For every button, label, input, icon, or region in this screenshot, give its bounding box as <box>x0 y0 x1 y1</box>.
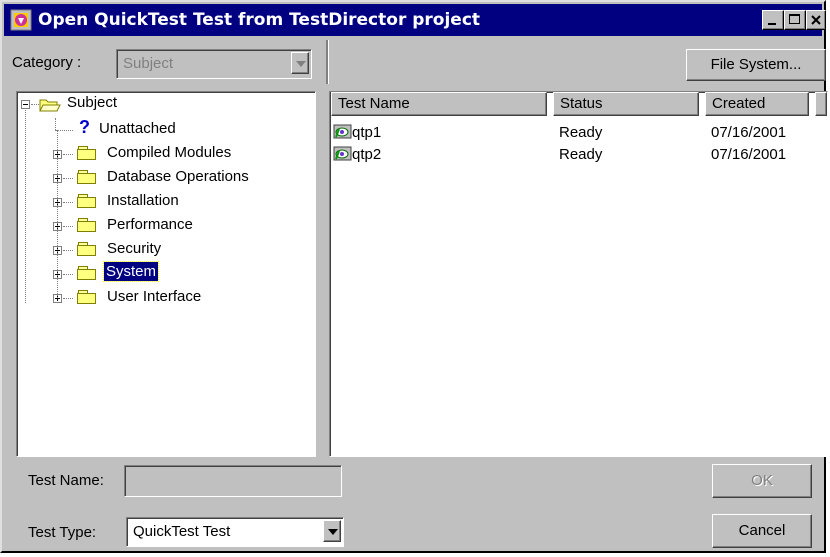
pane-splitter[interactable] <box>320 88 326 460</box>
ok-button[interactable]: OK <box>712 464 812 498</box>
open-folder-icon <box>39 99 61 112</box>
test-type-label: Test Type: <box>28 524 97 541</box>
tree-item-user-interface[interactable]: User Interface <box>17 286 267 308</box>
chevron-down-icon <box>296 61 306 67</box>
title-bar[interactable]: Open QuickTest Test from TestDirector pr… <box>4 4 826 36</box>
subject-tree[interactable]: Subject ? Unattached Compiled Modules Da… <box>16 91 316 457</box>
quicktest-test-icon <box>333 124 352 139</box>
test-type-select[interactable]: QuickTest Test <box>126 517 344 547</box>
test-name-cell: qtp2 <box>352 146 382 163</box>
category-value: Subject <box>123 55 174 72</box>
minimize-icon <box>768 23 776 25</box>
test-type-value: QuickTest Test <box>133 523 231 540</box>
folder-icon <box>77 218 97 233</box>
quicktest-app-icon <box>10 9 32 31</box>
cancel-button[interactable]: Cancel <box>712 514 812 548</box>
tree-root[interactable]: Subject <box>17 94 217 116</box>
folder-icon <box>77 194 97 209</box>
status-cell: Ready <box>559 146 603 163</box>
table-row[interactable]: qtp1 Ready 07/16/2001 <box>330 122 827 144</box>
tree-item-label: User Interface <box>107 288 202 305</box>
test-type-dropdown-button[interactable] <box>323 520 341 542</box>
folder-icon <box>77 146 97 161</box>
test-name-field[interactable] <box>124 465 342 497</box>
window-title: Open QuickTest Test from TestDirector pr… <box>38 10 481 30</box>
folder-icon <box>77 170 97 185</box>
folder-icon <box>77 266 97 281</box>
close-icon <box>811 15 821 25</box>
ok-button-label: OK <box>751 472 773 489</box>
folder-icon <box>77 242 97 257</box>
minimize-button[interactable] <box>762 10 784 30</box>
maximize-button[interactable] <box>784 10 806 30</box>
tree-item-label: Security <box>107 240 162 257</box>
tree-item-unattached[interactable]: ? Unattached <box>17 117 267 140</box>
category-combo[interactable]: Subject <box>116 49 312 79</box>
tree-item-installation[interactable]: Installation <box>17 190 267 212</box>
tree-item-label: Compiled Modules <box>107 144 232 161</box>
question-icon: ? <box>79 117 90 137</box>
tree-item-security[interactable]: Security <box>17 238 267 260</box>
tree-item-system[interactable]: System <box>17 261 267 284</box>
cancel-button-label: Cancel <box>738 522 786 539</box>
maximize-icon <box>789 14 800 24</box>
created-cell: 07/16/2001 <box>711 146 787 163</box>
test-name-cell: qtp1 <box>352 124 382 141</box>
file-system-button[interactable]: File System... <box>686 49 826 81</box>
test-list[interactable]: Test Name Status Created qtp1 Ready 07/1… <box>329 91 828 457</box>
tree-item-label: Unattached <box>99 120 176 137</box>
column-header-created[interactable]: Created <box>705 92 809 116</box>
tree-item-compiled-modules[interactable]: Compiled Modules <box>17 142 297 164</box>
quicktest-test-icon <box>333 146 352 161</box>
chevron-down-icon <box>328 529 338 535</box>
tree-item-label: Database Operations <box>107 168 249 185</box>
dialog-window: Open QuickTest Test from TestDirector pr… <box>0 0 828 553</box>
column-header-filler <box>815 92 827 116</box>
folder-icon <box>77 290 97 305</box>
category-dropdown-button[interactable] <box>291 52 309 74</box>
close-button[interactable] <box>806 10 826 30</box>
column-header-test-name[interactable]: Test Name <box>331 92 547 116</box>
created-cell: 07/16/2001 <box>711 124 787 141</box>
category-label: Category : <box>12 54 82 71</box>
tree-root-label: Subject <box>67 94 118 111</box>
test-name-label: Test Name: <box>28 472 104 489</box>
tree-item-database-operations[interactable]: Database Operations <box>17 166 307 188</box>
column-header-status[interactable]: Status <box>553 92 699 116</box>
file-system-button-label: File System... <box>710 56 802 73</box>
tree-item-performance[interactable]: Performance <box>17 214 267 236</box>
table-row[interactable]: qtp2 Ready 07/16/2001 <box>330 144 827 166</box>
tree-item-label: Installation <box>107 192 179 209</box>
tree-item-label: Performance <box>107 216 193 233</box>
tree-item-label: System <box>102 261 160 282</box>
status-cell: Ready <box>559 124 603 141</box>
top-divider <box>326 40 329 84</box>
